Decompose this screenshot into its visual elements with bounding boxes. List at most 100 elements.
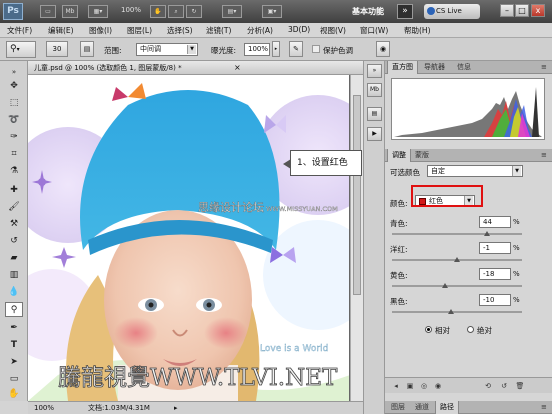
menu-edit[interactable]: 编辑(E) [48,25,74,36]
tab-info[interactable]: 信息 [453,61,475,74]
brush-tool-icon[interactable]: 🖌 [5,200,23,215]
view-previous-icon[interactable]: ⟲ [483,381,493,391]
menu-file[interactable]: 文件(F) [7,25,32,36]
view-extras-icon[interactable]: ▦▾ [88,5,108,18]
magenta-input[interactable]: -1 [479,242,511,254]
dodge-tool-icon[interactable]: ⚲ [5,302,23,317]
black-input[interactable]: -10 [479,294,511,306]
absolute-radio[interactable] [467,326,474,333]
workspace-more-button[interactable]: » [397,4,413,19]
healing-brush-tool-icon[interactable]: ✚ [5,183,23,198]
mini-bridge-dock-icon[interactable]: Mb [367,83,382,97]
menu-3d[interactable]: 3D(D) [288,25,310,34]
bridge-icon[interactable]: ▭ [40,5,56,18]
clip-layer-icon[interactable]: ◎ [419,381,429,391]
document-tab[interactable]: 儿童.psd @ 100% (选取颜色 1, 图层蒙版/8) * × [28,61,363,75]
hand-icon[interactable]: ✋ [150,5,166,18]
relative-radio[interactable] [425,326,432,333]
zoom-icon[interactable]: ⌕ [168,5,184,18]
marquee-tool-icon[interactable]: ⬚ [5,96,23,111]
magenta-slider[interactable] [392,257,522,262]
cyan-input[interactable]: 44 [479,216,511,228]
shape-tool-icon[interactable]: ▭ [5,372,23,387]
scrollbar-thumb[interactable] [353,95,361,295]
tab-histogram[interactable]: 直方图 [387,61,418,74]
path-selection-tool-icon[interactable]: ➤ [5,355,23,370]
tool-preset-picker[interactable]: ⚲▾ [6,41,36,58]
tab-channels[interactable]: 通道 [411,401,433,414]
yellow-slider[interactable] [392,283,522,288]
quick-select-tool-icon[interactable]: ✑ [5,130,23,145]
expand-view-icon[interactable]: ▣ [405,381,415,391]
panel-menu-icon[interactable]: ≡ [537,149,551,162]
eyedropper-tool-icon[interactable]: ⚗ [5,164,23,179]
status-arrow-icon[interactable]: ▸ [174,402,178,414]
airbrush-icon[interactable]: ✎ [289,41,303,57]
yellow-slider-thumb[interactable] [442,283,448,288]
menu-help[interactable]: 帮助(H) [404,25,431,36]
menu-layer[interactable]: 图层(L) [127,25,152,36]
dock-collapse-icon[interactable]: » [367,64,382,78]
visibility-icon[interactable]: ◉ [433,381,443,391]
hand-tool-icon[interactable]: ✋ [5,387,23,402]
delete-icon[interactable]: 🗑 [515,381,525,391]
cyan-slider-thumb[interactable] [484,231,490,236]
magenta-slider-thumb[interactable] [454,257,460,262]
menu-view[interactable]: 视图(V) [320,25,346,36]
black-slider[interactable] [392,309,522,314]
workspace-label[interactable]: 基本功能 [352,4,392,19]
pen-tool-icon[interactable]: ✒ [5,321,23,336]
restore-button[interactable]: □ [515,4,529,17]
exposure-slider-arrow[interactable]: ▸ [272,41,280,57]
tablet-pressure-icon[interactable]: ◉ [376,41,390,57]
actions-dock-icon[interactable]: ▶ [367,127,382,141]
vertical-scrollbar[interactable] [350,75,363,401]
eraser-tool-icon[interactable]: ▰ [5,251,23,266]
document-canvas[interactable]: 思缘设计论坛 WWW.MISSYUAN.COM Love is a World … [28,75,350,401]
protect-tones-checkbox[interactable] [312,45,320,53]
rotate-view-icon[interactable]: ↻ [186,5,202,18]
history-brush-tool-icon[interactable]: ↺ [5,234,23,249]
relative-label: 相对 [435,326,450,335]
reset-icon[interactable]: ↺ [499,381,509,391]
minimize-button[interactable]: – [500,4,514,17]
tab-masks[interactable]: 蒙版 [411,149,433,162]
exposure-input[interactable]: 100% [244,43,270,56]
tab-layers[interactable]: 图层 [387,401,409,414]
back-icon[interactable]: ◂ [391,381,401,391]
panel-menu-icon[interactable]: ≡ [537,61,551,74]
close-tab-icon[interactable]: × [234,61,241,75]
cyan-slider[interactable] [392,231,522,236]
move-tool-icon[interactable]: ✥ [5,79,23,94]
tab-adjustments[interactable]: 调整 [387,149,411,162]
brush-picker[interactable]: 30 [46,41,68,57]
type-tool-icon[interactable]: T [5,338,23,353]
status-zoom[interactable]: 100% [34,402,54,414]
gradient-tool-icon[interactable]: ▥ [5,268,23,283]
mini-bridge-icon[interactable]: Mb [62,5,78,18]
tab-paths[interactable]: 路径 [435,401,459,414]
zoom-level-display[interactable]: 100% [121,6,141,14]
menu-select[interactable]: 选择(S) [167,25,193,36]
yellow-input[interactable]: -18 [479,268,511,280]
collapse-tools-icon[interactable]: » [5,65,23,80]
menu-analysis[interactable]: 分析(A) [247,25,273,36]
menu-image[interactable]: 图像(I) [89,25,112,36]
panel-menu-icon[interactable]: ≡ [537,401,551,414]
close-button[interactable]: x [531,4,545,17]
range-select[interactable]: 中间调 ▼ [136,43,198,56]
menu-filter[interactable]: 滤镜(T) [206,25,231,36]
black-slider-thumb[interactable] [448,309,454,314]
arrange-documents-icon[interactable]: ▤▾ [222,5,242,18]
brush-panel-icon[interactable]: ▤ [80,41,94,57]
cs-live-button[interactable]: CS Live [424,4,480,19]
history-dock-icon[interactable]: ▤ [367,107,382,121]
preset-select[interactable]: 自定 ▼ [427,165,523,177]
crop-tool-icon[interactable]: ⌗ [5,147,23,162]
tab-navigator[interactable]: 导航器 [420,61,449,74]
blur-tool-icon[interactable]: 💧 [5,285,23,300]
clone-stamp-tool-icon[interactable]: ⚒ [5,217,23,232]
lasso-tool-icon[interactable]: ➰ [5,113,23,128]
menu-window[interactable]: 窗口(W) [360,25,388,36]
screen-mode-icon[interactable]: ▣▾ [262,5,282,18]
